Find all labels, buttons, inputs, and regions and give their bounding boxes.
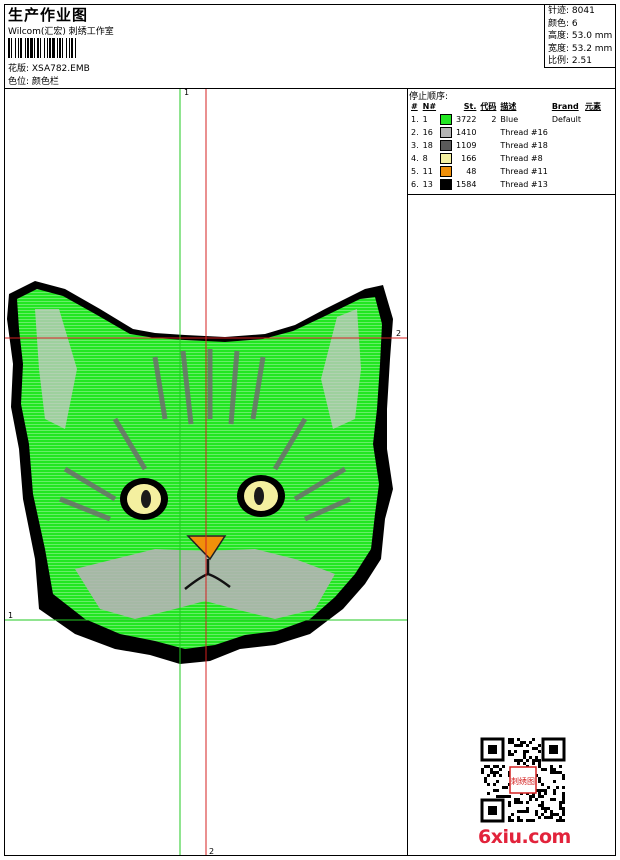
design-scale: 比例: 2.51 (548, 56, 592, 66)
stop-sequence-table: # N# St. 代码 描述 Brand 元素 1. 1 3722 2 Blue Defa… (409, 100, 603, 191)
right-eye (237, 475, 285, 517)
color-row: 3. 18 1109 Thread #18 (409, 139, 603, 152)
thread-color-swatch (440, 153, 453, 164)
needle-number: 16 (422, 128, 433, 137)
software-label: Wilcom(汇宏) 刺绣工作室 (8, 27, 114, 37)
col-code: 代码 (480, 102, 497, 111)
thread-element (583, 152, 603, 165)
thread-description: Blue (500, 115, 519, 124)
barcode (8, 38, 130, 58)
table-header-row: # N# St. 代码 描述 Brand 元素 (409, 100, 603, 113)
axis-marker-right: 2 (396, 329, 402, 338)
stitch-count: 3722 (456, 115, 477, 124)
row-index: 5. (411, 167, 419, 176)
embroidery-preview (5, 89, 407, 855)
design-width: 宽度: 53.2 mm (548, 43, 613, 54)
thread-code (478, 178, 498, 191)
thread-brand (550, 152, 583, 165)
axis-marker-left: 1 (8, 611, 14, 620)
needle-number: 13 (422, 180, 433, 189)
color-swatch (438, 126, 454, 139)
qr-code: 刺绣图 (480, 737, 566, 823)
thread-code: 2 (491, 115, 497, 124)
table-divider (407, 194, 616, 195)
thread-element (583, 139, 603, 152)
color-swatch (438, 113, 454, 126)
col-element: 元素 (585, 102, 602, 111)
col-color (438, 100, 454, 113)
color-row: 1. 1 3722 2 Blue Default (409, 113, 603, 126)
color-swatch (438, 178, 454, 191)
thread-element (583, 126, 603, 139)
thread-element (583, 113, 603, 126)
thread-color-swatch (440, 179, 453, 190)
panel-divider (407, 88, 408, 856)
color-row: 4. 8 166 Thread #8 (409, 152, 603, 165)
color-row: 5. 11 48 Thread #11 (409, 165, 603, 178)
design-stats: 针迹: 8041 颜色: 6 高度: 53.0 mm 宽度: 53.2 mm 比… (544, 4, 616, 68)
color-swatch (438, 165, 454, 178)
thread-description: Thread #16 (500, 128, 548, 137)
thread-element (583, 165, 603, 178)
qr-stamp: 刺绣图 (511, 776, 535, 786)
row-index: 3. (411, 141, 419, 150)
color-swatch (438, 152, 454, 165)
col-index: # (411, 102, 418, 111)
thread-brand (550, 165, 583, 178)
thread-brand: Default (551, 115, 582, 124)
row-index: 2. (411, 128, 419, 137)
axis-marker-top: 1 (184, 88, 190, 97)
col-needle: N# (422, 102, 437, 111)
thread-description: Thread #11 (500, 167, 548, 176)
thread-description: Thread #18 (500, 141, 548, 150)
row-index: 4. (411, 154, 419, 163)
thread-code (478, 126, 498, 139)
thread-description: Thread #13 (500, 180, 548, 189)
thread-brand (550, 126, 583, 139)
stitch-count: 1584 (456, 180, 477, 189)
left-eye (120, 478, 168, 520)
stitch-count: 针迹: 8041 (548, 6, 595, 16)
stitch-count: 1109 (456, 141, 477, 150)
stitch-count: 48 (466, 167, 477, 176)
color-count: 颜色: 6 (548, 18, 578, 29)
stitch-count: 166 (461, 154, 477, 163)
design-height: 高度: 53.0 mm (548, 31, 613, 41)
thread-code (478, 152, 498, 165)
row-index: 1. (411, 115, 419, 124)
needle-number: 18 (422, 141, 433, 150)
thread-code (478, 139, 498, 152)
thread-color-swatch (440, 114, 453, 125)
axis-marker-bottom: 2 (209, 847, 215, 856)
watermark-logo: 6xiu.com (478, 826, 571, 848)
thread-color-swatch (440, 127, 453, 138)
colorway-label: 色位: 颜色栏 (8, 77, 59, 87)
color-row: 6. 13 1584 Thread #13 (409, 178, 603, 191)
row-index: 6. (411, 180, 419, 189)
col-description: 描述 (500, 102, 517, 111)
design-file-label: 花版: XSA782.EMB (8, 64, 90, 74)
thread-color-swatch (440, 140, 453, 151)
needle-number: 8 (422, 154, 428, 163)
thread-description: Thread #8 (500, 154, 543, 163)
stitch-count: 1410 (456, 128, 477, 137)
thread-element (583, 178, 603, 191)
col-brand: Brand (551, 102, 579, 111)
col-stitches: St. (463, 102, 477, 111)
color-swatch (438, 139, 454, 152)
thread-brand (550, 139, 583, 152)
thread-color-swatch (440, 166, 453, 177)
needle-number: 1 (422, 115, 428, 124)
thread-code (478, 165, 498, 178)
thread-brand (550, 178, 583, 191)
page-title: 生产作业图 (8, 6, 89, 24)
needle-number: 11 (422, 167, 433, 176)
color-row: 2. 16 1410 Thread #16 (409, 126, 603, 139)
